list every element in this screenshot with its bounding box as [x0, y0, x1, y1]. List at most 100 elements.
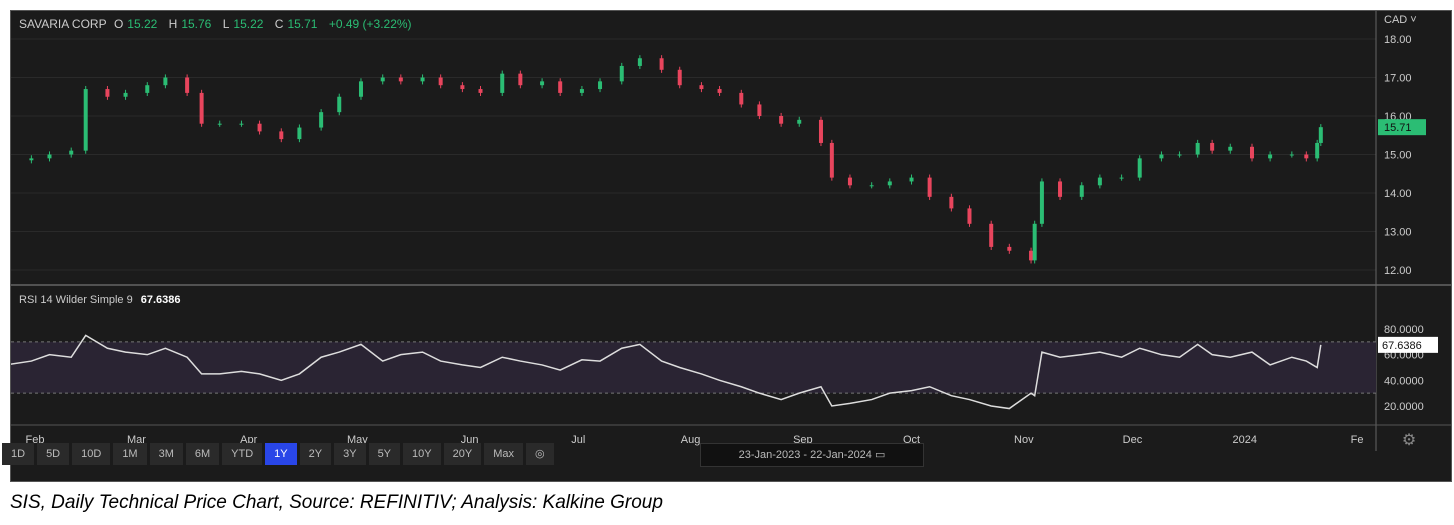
open-label: O [113, 17, 124, 31]
currency-selector: CAD ˅ [1384, 14, 1417, 26]
candle-body [257, 123, 262, 132]
candle-body [1119, 177, 1124, 179]
candle-body [1268, 154, 1273, 159]
candle-body [717, 89, 722, 93]
period-button-max[interactable]: Max [484, 443, 523, 465]
candle-body [1029, 250, 1034, 261]
candle-body [358, 81, 363, 97]
price-tick-label: 18.00 [1384, 34, 1412, 46]
price-tick-label: 12.00 [1384, 265, 1412, 277]
candle-body [29, 158, 34, 161]
close-label: C [274, 17, 284, 31]
candle-body [145, 85, 150, 93]
candle-body [438, 77, 443, 86]
candle-body [518, 73, 523, 86]
candle-body [297, 127, 302, 140]
candle-body [1039, 181, 1044, 224]
candle-body [869, 185, 874, 187]
candle-body [579, 89, 584, 93]
candle-body [1159, 154, 1164, 159]
candle-body [818, 119, 823, 143]
candle-body [659, 58, 664, 70]
period-button-1y[interactable]: 1Y [265, 443, 297, 465]
candle-body [1097, 177, 1102, 186]
candle-body [887, 181, 892, 186]
rsi-legend: RSI 14 Wilder Simple 9 67.6386 [19, 294, 180, 306]
candle-body [337, 96, 342, 113]
candle-body [69, 150, 74, 155]
candle-body [797, 119, 802, 124]
time-tick-label: Nov [1014, 434, 1034, 446]
candle-body [123, 92, 128, 97]
price-tick-label: 13.00 [1384, 227, 1412, 239]
candle-body [1195, 142, 1200, 155]
chart-settings-icon[interactable]: ◎ [525, 443, 554, 465]
candle-body [185, 77, 190, 93]
candle-body [739, 92, 744, 105]
candle-body [637, 58, 642, 66]
period-button-3y[interactable]: 3Y [334, 443, 366, 465]
time-tick-label: Jul [571, 434, 585, 446]
low-label: L [222, 17, 230, 31]
last-price-value: 15.71 [1384, 122, 1412, 134]
candle-body [1249, 146, 1254, 159]
candle-body [1304, 154, 1309, 159]
candle-body [500, 73, 505, 93]
candle-body [677, 69, 682, 86]
candle-body [105, 89, 110, 97]
candle-body [319, 112, 324, 128]
candle-body [1177, 154, 1182, 156]
change-value: +0.49 (+3.22%) [328, 17, 412, 31]
candle-body [279, 131, 284, 140]
period-button-ytd[interactable]: YTD [222, 443, 263, 465]
candle-body [239, 123, 244, 125]
page: 18.00 17.00 16.00 15.00 14.00 13.00 12.00 CAD ˅… [0, 0, 1454, 525]
settings-gear-icon: ⚙ [1402, 432, 1416, 449]
period-button-5d[interactable]: 5D [37, 443, 70, 465]
candle-body [1032, 223, 1037, 261]
period-button-1d[interactable]: 1D [2, 443, 35, 465]
candle-body [478, 89, 483, 93]
candle-body [829, 142, 834, 178]
rsi-tick-label: 40.0000 [1384, 375, 1424, 387]
period-button-3m[interactable]: 3M [149, 443, 183, 465]
close-value: 15.71 [287, 17, 318, 31]
price-tick-label: 15.00 [1384, 150, 1412, 162]
last-rsi-value: 67.6386 [1382, 340, 1422, 352]
candle-body [619, 65, 624, 82]
chart-svg[interactable]: 18.0017.0016.0015.0014.0013.0012.00CAD ˅… [4, 11, 1451, 481]
time-tick-label: Aug [681, 434, 701, 446]
period-button-20y[interactable]: 20Y [443, 443, 482, 465]
period-button-6m[interactable]: 6M [185, 443, 220, 465]
candle-body [927, 177, 932, 197]
period-buttons: 1D 5D 10D 1M 3M 6M YTD 1Y 2Y 3Y 5Y 10Y 20Y Max ◎ [2, 443, 554, 465]
chart-panel[interactable]: 18.00 17.00 16.00 15.00 14.00 13.00 12.00 CAD ˅… [4, 10, 1452, 482]
period-button-2y[interactable]: 2Y [299, 443, 332, 465]
date-range-picker[interactable]: 23-Jan-2023 - 22-Jan-2024 ▭ [700, 443, 924, 467]
time-tick-label: 2024 [1233, 434, 1257, 446]
candle-body [47, 154, 52, 159]
period-button-5y[interactable]: 5Y [368, 443, 401, 465]
candle-body [1137, 158, 1142, 178]
high-value: 15.76 [181, 17, 212, 31]
price-tick-label: 17.00 [1384, 73, 1412, 85]
candle-body [699, 85, 704, 90]
period-button-10y[interactable]: 10Y [403, 443, 441, 465]
candle-body [1228, 146, 1233, 151]
candle-body [380, 77, 385, 82]
candle-body [1079, 185, 1084, 197]
period-button-10d[interactable]: 10D [72, 443, 111, 465]
candle-body [1289, 154, 1294, 156]
time-tick-label: Fe [1351, 434, 1364, 446]
candle-body [398, 77, 403, 82]
candle-body [1058, 181, 1063, 197]
candle-body [757, 104, 762, 116]
period-button-1m[interactable]: 1M [113, 443, 147, 465]
open-value: 15.22 [127, 17, 158, 31]
rsi-tick-label: 80.0000 [1384, 324, 1424, 336]
ohlc-header: SAVARIA CORP O 15.22 H 15.76 L 15.22 C 15.71… [19, 17, 416, 31]
candle-body [83, 89, 88, 151]
low-value: 15.22 [233, 17, 264, 31]
candle-body [989, 223, 994, 247]
rsi-tick-label: 20.0000 [1384, 401, 1424, 413]
